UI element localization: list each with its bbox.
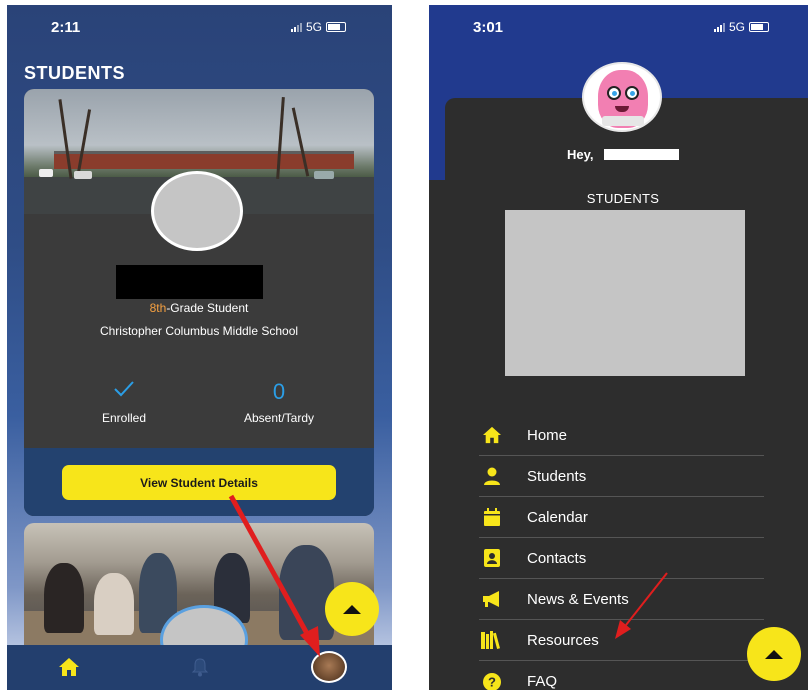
student-school: Christopher Columbus Middle School xyxy=(99,324,299,338)
megaphone-icon xyxy=(481,589,503,609)
status-bar: 3:01 5G xyxy=(429,5,808,45)
absent-tardy-label: Absent/Tardy xyxy=(243,411,315,425)
student-card: 8th-Grade Student Christopher Columbus M… xyxy=(24,89,374,516)
student-name-redacted xyxy=(116,265,263,299)
contact-card-icon xyxy=(481,548,503,568)
caret-up-icon xyxy=(765,649,783,659)
status-time: 3:01 xyxy=(473,19,504,36)
signal-icon xyxy=(714,22,725,32)
student-avatar xyxy=(151,171,243,251)
network-label: 5G xyxy=(729,20,746,34)
menu-item-news-events[interactable]: News & Events xyxy=(479,579,764,620)
menu-label: FAQ xyxy=(527,673,558,690)
right-phone-screen: 3:01 5G Hey, STUDENTS Home Students Cale… xyxy=(429,5,808,690)
bottom-nav xyxy=(7,645,392,690)
scroll-up-button[interactable] xyxy=(747,627,801,681)
drawer-menu: Home Students Calendar Contacts News & E… xyxy=(479,415,764,690)
menu-label: Students xyxy=(527,467,587,485)
person-icon xyxy=(481,466,503,486)
view-student-details-button[interactable]: View Student Details xyxy=(62,465,336,500)
menu-item-resources[interactable]: Resources xyxy=(479,620,764,661)
caret-up-icon xyxy=(343,604,361,614)
page-title: STUDENTS xyxy=(24,63,126,83)
network-label: 5G xyxy=(306,20,323,34)
drawer-section-title: STUDENTS xyxy=(586,191,660,206)
mascot-avatar xyxy=(582,62,662,132)
calendar-icon xyxy=(481,507,503,527)
menu-item-contacts[interactable]: Contacts xyxy=(479,538,764,579)
menu-item-home[interactable]: Home xyxy=(479,415,764,456)
bell-icon[interactable] xyxy=(191,657,209,677)
username-redacted xyxy=(604,149,679,160)
grade-number: 8th xyxy=(149,301,167,315)
grade-suffix: -Grade Student xyxy=(166,301,249,315)
absent-tardy-count: 0 xyxy=(272,379,286,404)
greeting: Hey, xyxy=(567,147,594,162)
status-bar: 2:11 5G xyxy=(7,5,392,45)
books-icon xyxy=(481,630,503,650)
students-list-redacted xyxy=(505,210,745,376)
menu-item-students[interactable]: Students xyxy=(479,456,764,497)
student-grade: 8th-Grade Student xyxy=(24,301,374,315)
profile-avatar[interactable] xyxy=(311,651,347,683)
checkmark-icon xyxy=(84,379,164,405)
signal-icon xyxy=(291,22,302,32)
question-icon: ? xyxy=(481,672,503,690)
absent-tardy-stat: 0 Absent/Tardy xyxy=(224,379,334,425)
menu-item-faq[interactable]: ? FAQ xyxy=(479,661,764,690)
menu-item-calendar[interactable]: Calendar xyxy=(479,497,764,538)
card-footer: View Student Details xyxy=(24,448,374,516)
svg-text:?: ? xyxy=(488,674,496,689)
status-time: 2:11 xyxy=(51,19,81,36)
screenshot-composite: 2:11 5G STUDENTS 8th-Grade Student Chris… xyxy=(0,0,808,690)
left-phone-screen: 2:11 5G STUDENTS 8th-Grade Student Chris… xyxy=(7,5,392,690)
menu-label: Contacts xyxy=(527,549,587,567)
classroom-photo-card xyxy=(24,523,374,653)
menu-label: Resources xyxy=(527,631,599,649)
status-network: 5G xyxy=(714,20,770,34)
status-network: 5G xyxy=(291,20,347,34)
enrolled-label: Enrolled xyxy=(101,411,147,425)
scroll-up-button[interactable] xyxy=(325,582,379,636)
menu-label: Home xyxy=(527,426,568,444)
home-icon[interactable] xyxy=(58,657,80,677)
battery-icon xyxy=(326,22,347,32)
enrolled-stat: Enrolled xyxy=(84,379,164,425)
menu-label: Calendar xyxy=(527,508,588,526)
battery-icon xyxy=(749,22,770,32)
menu-label: News & Events xyxy=(527,590,629,608)
home-icon xyxy=(481,425,503,445)
